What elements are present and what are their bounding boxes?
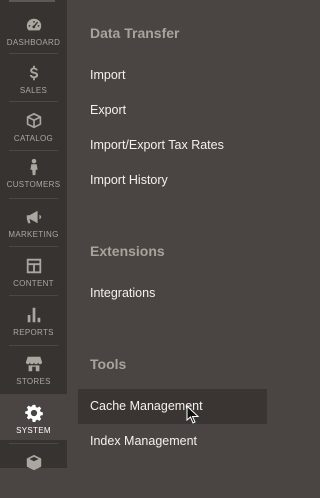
sidebar-item-system[interactable]: SYSTEM [0,394,67,440]
divider [9,345,58,346]
sidebar-item-label: CUSTOMERS [6,180,61,189]
divider [9,246,58,247]
person-icon [23,156,45,178]
sidebar-item-label: SALES [19,86,48,95]
sidebar-item-label: CONTENT [13,279,54,288]
sidebar-item-label: SYSTEM [16,426,51,435]
sidebar-item-reports[interactable]: REPORTS [0,304,67,350]
sidebar-item-label: DASHBOARD [6,38,61,47]
mouse-pointer-icon [186,405,200,424]
storefront-icon [23,353,45,375]
sidebar-item-label: REPORTS [13,328,54,337]
gear-icon [23,402,45,424]
divider [9,295,58,296]
dashboard-icon [23,14,45,36]
divider [9,53,58,54]
box-icon [23,110,45,132]
link-index-management[interactable]: Index Management [90,434,197,448]
sidebar-item-extra[interactable] [0,452,67,498]
link-integrations[interactable]: Integrations [90,286,155,300]
sidebar-item-label: CATALOG [13,134,54,143]
section-title-data-transfer: Data Transfer [90,25,180,41]
sidebar-top-divider [9,0,55,2]
admin-sidebar: DASHBOARD SALES CATALOG CUSTOMERS MARKET… [0,0,67,471]
section-title-tools: Tools [90,356,127,372]
bar-chart-icon [23,304,45,326]
section-title-extensions: Extensions [90,243,165,259]
sidebar-item-customers[interactable]: CUSTOMERS [0,156,67,202]
dollar-icon [23,62,45,84]
sidebar-item-label: MARKETING [8,230,59,239]
megaphone-icon [23,206,45,228]
link-import[interactable]: Import [90,68,125,82]
divider [9,150,58,151]
sidebar-item-stores[interactable]: STORES [0,353,67,399]
link-export[interactable]: Export [90,103,126,117]
divider [9,443,58,444]
cube-icon [23,452,45,474]
divider [9,101,58,102]
link-import-export-tax-rates[interactable]: Import/Export Tax Rates [90,138,224,152]
sidebar-item-label: STORES [16,377,51,386]
divider [9,198,58,199]
link-import-history[interactable]: Import History [90,173,168,187]
layout-icon [23,255,45,277]
